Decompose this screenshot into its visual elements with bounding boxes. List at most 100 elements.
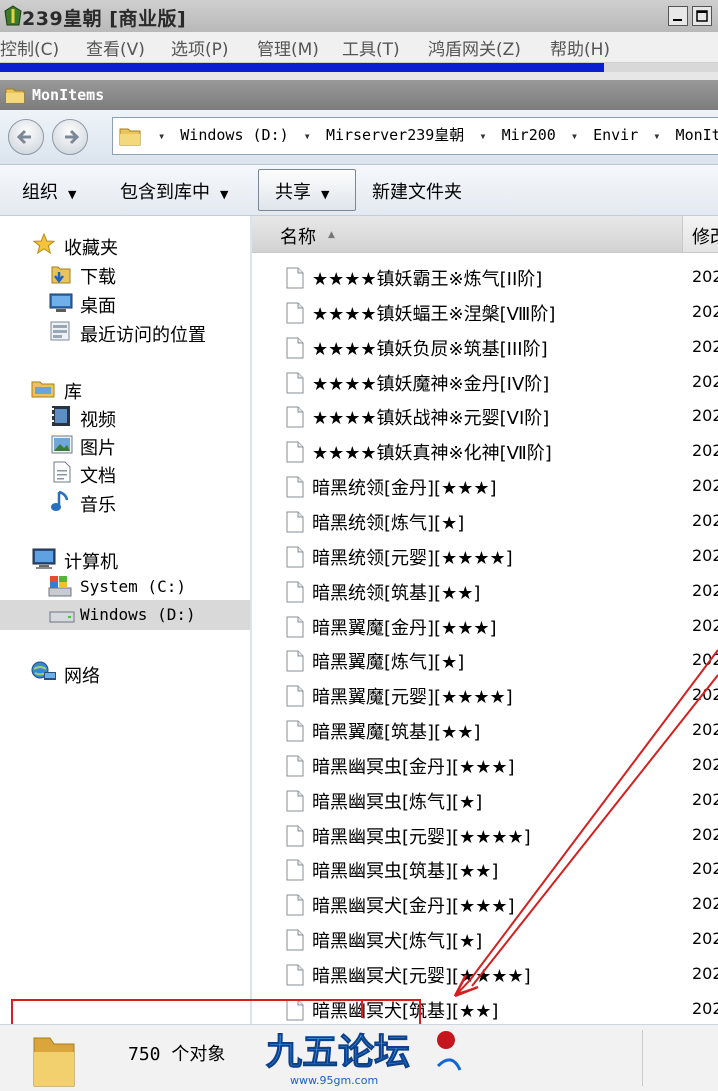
maximize-icon	[696, 10, 708, 22]
nav-computer[interactable]: 计算机	[64, 548, 118, 574]
file-row[interactable]: 暗黑幽冥虫[筑基][★★] 202	[252, 853, 718, 887]
file-row[interactable]: 暗黑统领[筑基][★★] 202	[252, 575, 718, 609]
breadcrumb-drive[interactable]: Windows (D:)	[180, 126, 288, 144]
file-row[interactable]: 暗黑幽冥虫[元婴][★★★★] 202	[252, 819, 718, 853]
file-modified-date: 202	[692, 964, 718, 983]
file-row[interactable]: 暗黑统领[金丹][★★★] 202	[252, 470, 718, 504]
column-header-name[interactable]	[252, 216, 683, 252]
file-icon	[286, 755, 304, 777]
nav-system-drive[interactable]: System (C:)	[80, 577, 186, 596]
drive-icon	[49, 611, 75, 623]
file-name: 暗黑幽冥犬[炼气][★]	[312, 931, 483, 953]
file-row[interactable]: 暗黑幽冥虫[炼气][★] 202	[252, 784, 718, 818]
nav-documents[interactable]: 文档	[80, 462, 116, 488]
menu-gateway[interactable]: 鸿盾网关(Z)	[428, 35, 521, 60]
organize-label: 组织	[22, 182, 58, 203]
include-library-label: 包含到库中	[120, 182, 210, 203]
breadcrumb-monitem[interactable]: MonItem	[676, 126, 718, 144]
maximize-button[interactable]	[692, 6, 712, 26]
file-icon	[286, 790, 304, 812]
breadcrumb-envir[interactable]: Envir	[593, 126, 638, 144]
watermark-logo: 九五论坛 www.95gm.com	[266, 1031, 462, 1087]
file-modified-date: 202	[692, 267, 718, 286]
progress-strip	[0, 63, 604, 72]
progress-strip-tail	[604, 63, 718, 72]
file-name: ★★★★镇妖蝠王※涅槃[Ⅷ阶]	[312, 303, 556, 325]
minimize-button[interactable]	[668, 6, 688, 26]
file-row[interactable]: ★★★★镇妖负屃※筑基[III阶] 202	[252, 331, 718, 365]
file-icon	[286, 372, 304, 394]
file-name: ★★★★镇妖战神※元婴[VI阶]	[312, 408, 550, 430]
menu-view[interactable]: 查看(V)	[86, 35, 145, 60]
column-header-modified[interactable]: 修改	[692, 223, 718, 249]
menu-control[interactable]: 控制(C)	[0, 35, 59, 60]
nav-videos[interactable]: 视频	[80, 406, 116, 432]
file-row[interactable]: 暗黑幽冥犬[炼气][★] 202	[252, 923, 718, 957]
file-modified-date: 202	[692, 545, 718, 565]
organize-button[interactable]: 组织 ▼	[22, 178, 76, 204]
include-library-button[interactable]: 包含到库中 ▼	[120, 178, 228, 204]
file-modified-date: 202	[692, 510, 718, 530]
chevron-icon[interactable]: ▾	[479, 129, 486, 143]
file-row[interactable]: ★★★★镇妖真神※化神[Ⅶ阶] 202	[252, 435, 718, 469]
menu-manage[interactable]: 管理(M)	[257, 35, 319, 60]
file-row[interactable]: ★★★★镇妖战神※元婴[VI阶] 202	[252, 400, 718, 434]
nav-pictures[interactable]: 图片	[80, 434, 116, 460]
nav-network[interactable]: 网络	[64, 662, 100, 688]
file-name: 暗黑翼魔[金丹][★★★]	[312, 617, 497, 639]
back-button[interactable]	[8, 119, 44, 155]
file-row[interactable]: 暗黑幽冥犬[金丹][★★★] 202	[252, 888, 718, 922]
sort-ascending-icon: ▲	[328, 230, 335, 240]
file-icon	[286, 964, 304, 986]
file-row[interactable]: 暗黑幽冥犬[元婴][★★★★] 202	[252, 958, 718, 992]
file-row[interactable]: 暗黑幽冥犬[筑基][★★] 202	[252, 993, 718, 1027]
menu-tools[interactable]: 工具(T)	[342, 35, 400, 60]
file-row[interactable]: ★★★★镇妖霸王※炼气[II阶] 202	[252, 261, 718, 295]
folder-large-icon	[33, 1037, 75, 1087]
nav-favorites[interactable]: 收藏夹	[64, 234, 118, 260]
nav-libraries[interactable]: 库	[64, 378, 82, 404]
file-row[interactable]: 暗黑幽冥虫[金丹][★★★] 202	[252, 749, 718, 783]
file-row[interactable]: 暗黑统领[元婴][★★★★] 202	[252, 540, 718, 574]
breadcrumb: ▾ Windows (D:) ▾ Mirserver239皇朝 ▾ Mir200…	[152, 124, 718, 145]
nav-windows-drive[interactable]: Windows (D:)	[80, 605, 196, 624]
file-row[interactable]: 暗黑翼魔[炼气][★] 202	[252, 644, 718, 678]
file-row[interactable]: ★★★★镇妖魔神※金丹[IV阶] 202	[252, 366, 718, 400]
minimize-icon	[673, 19, 682, 21]
breadcrumb-mirserver[interactable]: Mirserver239皇朝	[326, 126, 464, 144]
nav-recent-places[interactable]: 最近访问的位置	[80, 321, 206, 347]
file-name: 暗黑幽冥犬[元婴][★★★★]	[312, 966, 531, 987]
nav-downloads[interactable]: 下载	[80, 263, 116, 289]
caret-down-icon: ▼	[321, 188, 330, 201]
nav-music[interactable]: 音乐	[80, 491, 116, 517]
menu-options[interactable]: 选项(P)	[171, 35, 229, 60]
watermark-title: 九五论坛	[266, 1032, 410, 1073]
file-icon	[286, 929, 304, 951]
folder-icon	[119, 128, 141, 146]
file-icon	[286, 616, 304, 637]
file-icon	[286, 825, 304, 847]
file-row[interactable]: 暗黑翼魔[元婴][★★★★] 202	[252, 679, 718, 713]
library-icon	[31, 381, 55, 398]
nav-desktop[interactable]: 桌面	[80, 292, 116, 318]
file-row[interactable]: 暗黑翼魔[金丹][★★★] 202	[252, 610, 718, 644]
menu-help[interactable]: 帮助(H)	[550, 35, 610, 60]
chevron-icon[interactable]: ▾	[158, 129, 165, 143]
chevron-icon[interactable]: ▾	[571, 129, 578, 143]
file-icon	[286, 302, 304, 324]
share-button[interactable]: 共享 ▼	[275, 178, 329, 204]
file-icon	[286, 476, 304, 498]
forward-button[interactable]	[52, 119, 88, 155]
chevron-icon[interactable]: ▾	[653, 129, 660, 143]
file-modified-date: 202	[692, 615, 718, 635]
file-modified-date: 202	[692, 754, 718, 774]
file-name: 暗黑统领[炼气][★]	[312, 512, 465, 534]
breadcrumb-mir200[interactable]: Mir200	[502, 126, 556, 144]
new-folder-button[interactable]: 新建文件夹	[372, 178, 462, 204]
file-name: 暗黑统领[筑基][★★]	[312, 582, 481, 604]
chevron-icon[interactable]: ▾	[304, 129, 311, 143]
status-divider	[642, 1030, 643, 1086]
file-row[interactable]: 暗黑统领[炼气][★] 202	[252, 505, 718, 539]
file-row[interactable]: ★★★★镇妖蝠王※涅槃[Ⅷ阶] 202	[252, 296, 718, 330]
file-row[interactable]: 暗黑翼魔[筑基][★★] 202	[252, 714, 718, 748]
